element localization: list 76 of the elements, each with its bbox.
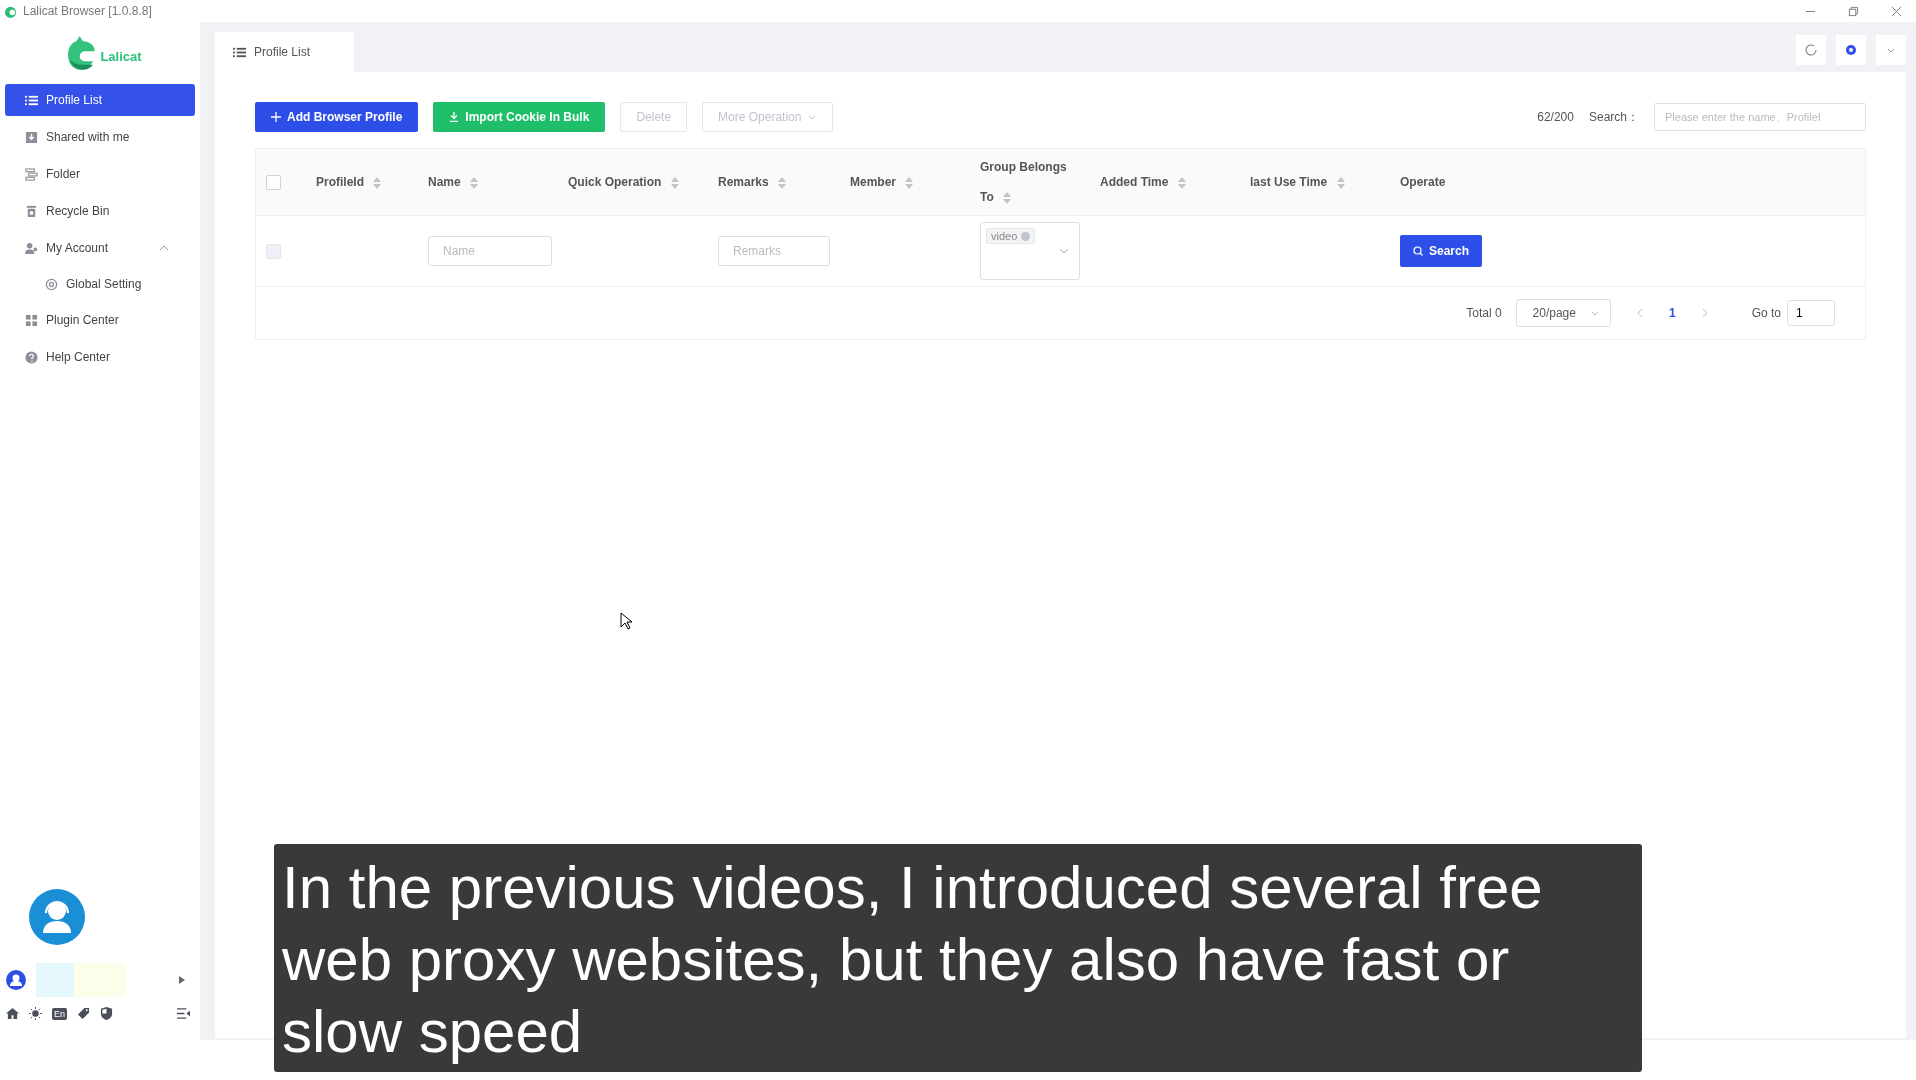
stack-icon [25,167,38,181]
column-header: ProfileId [316,175,382,189]
cursor-icon [620,612,632,630]
user-avatar-icon[interactable] [6,970,26,990]
restore-icon[interactable] [1848,5,1859,17]
search-button[interactable]: Search [1400,235,1483,267]
subtitle-caption: In the previous videos, I introduced several free web proxy websites, but they also have fast or slow speed [274,844,1642,1072]
blurred-username [36,963,74,997]
search-icon [1413,246,1423,256]
sidebar-item[interactable]: Global Setting [5,269,195,299]
previous-page-icon[interactable] [1636,308,1643,318]
sort-icon[interactable] [778,176,787,189]
sun-icon[interactable] [29,1007,42,1020]
column-header: Added Time [1100,175,1186,189]
download-icon [449,112,460,122]
sort-icon[interactable] [1177,176,1186,189]
expand-arrow-icon[interactable] [179,976,185,984]
sidebar-item[interactable]: Help Center [5,341,195,373]
logo-text: Lalicat [100,48,142,64]
settings-icon[interactable] [1836,35,1866,65]
sidebar-item[interactable]: Recycle Bin [5,195,195,227]
add-button[interactable]: Add Browser Profile [255,102,419,132]
list-icon [25,93,38,107]
sort-icon[interactable] [470,176,479,189]
column-header: last Use Time [1250,175,1345,189]
name-filter-field[interactable]: Name [428,236,552,266]
page-number[interactable]: 1 [1668,306,1676,320]
download-box-icon [25,130,38,144]
tag-icon[interactable] [77,1007,90,1020]
app-logo-icon [4,4,17,18]
help-icon [25,350,38,364]
chevron-icon[interactable] [159,245,169,251]
column-header: Operate [1400,175,1446,189]
refresh-icon[interactable] [1796,35,1826,65]
profile-count: 62/200 [1537,110,1574,124]
page-size-select[interactable]: 20/page [1515,299,1611,327]
column-header: Name [428,175,479,189]
group-tag: video [986,228,1036,244]
users-icon [25,241,38,255]
search-field[interactable]: Please enter the name、ProfileI [1654,103,1866,131]
remarks-filter-field[interactable]: Remarks [718,236,830,266]
next-page-icon[interactable] [1701,308,1708,318]
plus-icon [271,112,281,122]
column-header: Group Belongs To [980,159,1068,206]
chevron-down-icon [1059,248,1069,254]
sort-icon[interactable] [1336,176,1345,189]
total-count: Total 0 [1466,306,1502,320]
trash-icon [25,204,38,218]
list-icon [233,45,246,59]
home-icon[interactable] [6,1007,19,1020]
sidebar-item[interactable]: My Account [5,232,195,264]
window-title: Lalicat Browser [1.0.8.8] [23,4,152,18]
column-header: Quick Operation [568,175,679,189]
select-all-checkbox[interactable] [266,174,281,190]
sort-icon[interactable] [905,176,914,189]
sidebar-item[interactable]: Shared with me [5,121,195,153]
tab[interactable]: Profile List [215,32,355,72]
sort-icon[interactable] [670,176,679,189]
sidebar-item[interactable]: Plugin Center [5,304,195,336]
collapse-menu-icon[interactable] [177,1007,190,1020]
column-header: Member [850,175,914,189]
settings-icon [45,277,58,291]
goto-field[interactable]: 1 [1787,300,1835,326]
grid-icon [25,313,38,327]
language-button[interactable]: En [52,1007,67,1020]
support-agent-icon[interactable] [29,889,85,945]
blurred-username [74,963,126,997]
close-icon[interactable] [1891,5,1902,17]
sort-icon[interactable] [1003,191,1012,204]
goto-label: Go to [1751,306,1781,320]
sidebar-item[interactable]: Folder [5,158,195,190]
search-label: Search： [1588,108,1639,126]
sidebar-item[interactable]: Profile List [5,84,195,116]
sort-icon[interactable] [373,176,382,189]
column-header: Remarks [718,175,787,189]
shield-icon[interactable] [100,1007,113,1020]
